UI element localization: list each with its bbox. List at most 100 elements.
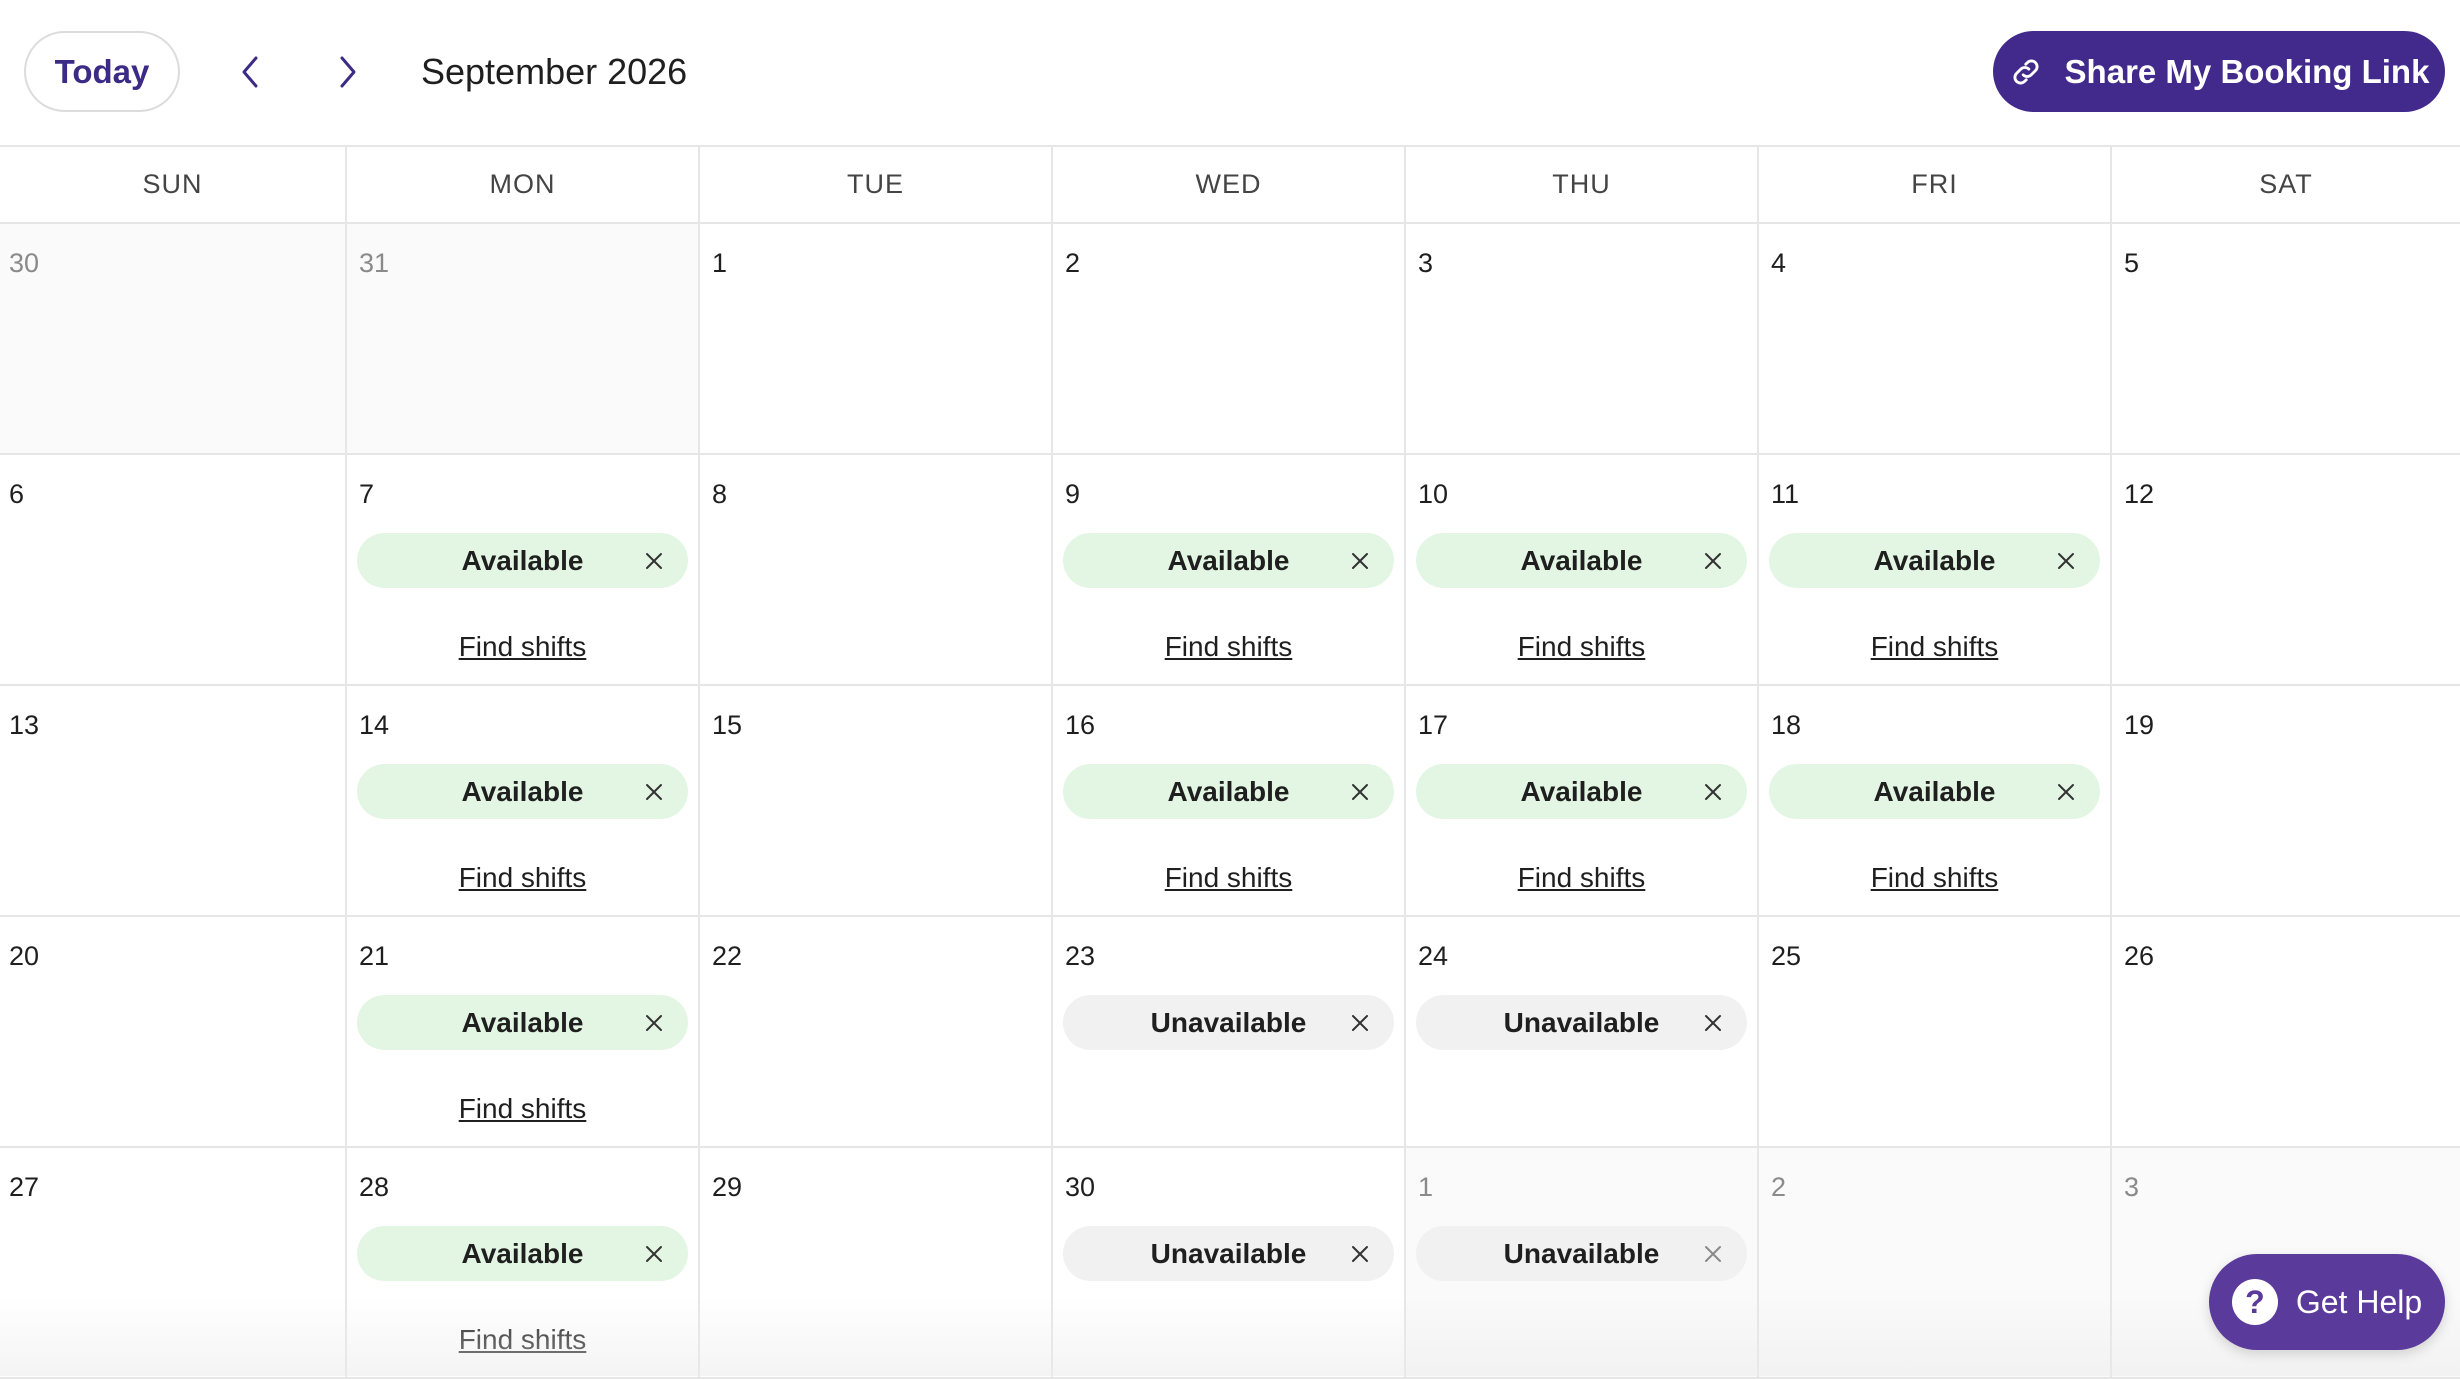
find-shifts-link[interactable]: Find shifts (347, 862, 698, 894)
availability-badge-available[interactable]: Available (357, 533, 688, 588)
calendar-day-cell[interactable]: 25 (1759, 917, 2112, 1146)
remove-availability-button[interactable] (2054, 780, 2078, 804)
close-icon (646, 552, 662, 569)
calendar-week: 27 28 Available Find shifts 29 30 Unavailable 1… (0, 1148, 2460, 1379)
calendar-day-cell[interactable]: 8 (700, 455, 1053, 684)
calendar-day-cell[interactable]: 4 (1759, 224, 2112, 453)
calendar-day-cell[interactable]: 16 Available Find shifts (1053, 686, 1406, 915)
availability-badge-available[interactable]: Available (1416, 533, 1747, 588)
close-icon (1705, 783, 1721, 800)
find-shifts-link[interactable]: Find shifts (1053, 631, 1404, 663)
calendar-day-cell[interactable]: 2 (1053, 224, 1406, 453)
availability-badge-available[interactable]: Available (1063, 764, 1394, 819)
calendar-day-cell[interactable]: 2 (1759, 1148, 2112, 1377)
availability-badge-unavailable[interactable]: Unavailable (1063, 1226, 1394, 1281)
calendar-day-cell[interactable]: 29 (700, 1148, 1053, 1377)
remove-availability-button[interactable] (2054, 549, 2078, 573)
day-number: 1 (1418, 1172, 1434, 1202)
find-shifts-link[interactable]: Find shifts (347, 1093, 698, 1125)
share-booking-link-button[interactable]: Share My Booking Link (1993, 31, 2445, 112)
weekday-header: TUE (700, 147, 1053, 222)
availability-status-label: Available (1167, 544, 1290, 576)
day-number: 13 (9, 710, 40, 740)
calendar-day-cell[interactable]: 12 (2112, 455, 2460, 684)
availability-badge-available[interactable]: Available (1769, 764, 2100, 819)
availability-badge-unavailable[interactable]: Unavailable (1063, 995, 1394, 1050)
calendar-day-cell[interactable]: 14 Available Find shifts (347, 686, 700, 915)
find-shifts-link[interactable]: Find shifts (1053, 862, 1404, 894)
remove-availability-button[interactable] (1348, 1242, 1372, 1266)
day-number: 11 (1771, 479, 1800, 509)
find-shifts-link[interactable]: Find shifts (1759, 862, 2110, 894)
find-shifts-link[interactable]: Find shifts (347, 1324, 698, 1356)
calendar-day-cell[interactable]: 6 (0, 455, 347, 684)
remove-availability-button[interactable] (642, 1242, 666, 1266)
calendar-day-cell[interactable]: 31 (347, 224, 700, 453)
calendar-day-cell[interactable]: 13 (0, 686, 347, 915)
remove-availability-button[interactable] (1701, 1011, 1725, 1035)
close-icon (1352, 552, 1368, 569)
calendar-day-cell[interactable]: 20 (0, 917, 347, 1146)
calendar-day-cell[interactable]: 23 Unavailable (1053, 917, 1406, 1146)
calendar-day-cell[interactable]: 22 (700, 917, 1053, 1146)
today-button[interactable]: Today (24, 31, 180, 112)
chevron-left-icon (242, 56, 258, 88)
day-number: 12 (2124, 479, 2155, 509)
remove-availability-button[interactable] (1348, 549, 1372, 573)
previous-month-button[interactable] (222, 44, 278, 100)
calendar-day-cell[interactable]: 3 (1406, 224, 1759, 453)
day-number: 3 (2124, 1172, 2140, 1202)
calendar-day-cell[interactable]: 17 Available Find shifts (1406, 686, 1759, 915)
day-number: 19 (2124, 710, 2155, 740)
day-number: 28 (359, 1172, 390, 1202)
calendar-day-cell[interactable]: 30 Unavailable (1053, 1148, 1406, 1377)
calendar-day-cell[interactable]: 7 Available Find shifts (347, 455, 700, 684)
weekday-header: MON (347, 147, 700, 222)
find-shifts-link[interactable]: Find shifts (347, 631, 698, 663)
availability-badge-available[interactable]: Available (357, 995, 688, 1050)
next-month-button[interactable] (320, 44, 376, 100)
availability-badge-available[interactable]: Available (357, 764, 688, 819)
day-number: 24 (1418, 941, 1449, 971)
remove-availability-button[interactable] (642, 1011, 666, 1035)
calendar-day-cell[interactable]: 1 Unavailable (1406, 1148, 1759, 1377)
find-shifts-link[interactable]: Find shifts (1406, 631, 1757, 663)
calendar-day-cell[interactable]: 28 Available Find shifts (347, 1148, 700, 1377)
calendar-day-cell[interactable]: 21 Available Find shifts (347, 917, 700, 1146)
calendar-day-cell[interactable]: 26 (2112, 917, 2460, 1146)
find-shifts-link[interactable]: Find shifts (1406, 862, 1757, 894)
availability-badge-available[interactable]: Available (1416, 764, 1747, 819)
remove-availability-button[interactable] (642, 780, 666, 804)
calendar-day-cell[interactable]: 30 (0, 224, 347, 453)
calendar-day-cell[interactable]: 15 (700, 686, 1053, 915)
availability-status-label: Unavailable (1503, 1006, 1660, 1038)
get-help-label: Get Help (2295, 1283, 2423, 1320)
calendar-day-cell[interactable]: 1 (700, 224, 1053, 453)
calendar-day-cell[interactable]: 18 Available Find shifts (1759, 686, 2112, 915)
calendar-day-cell[interactable]: 27 (0, 1148, 347, 1377)
find-shifts-link[interactable]: Find shifts (1759, 631, 2110, 663)
availability-badge-available[interactable]: Available (357, 1226, 688, 1281)
calendar-day-cell[interactable]: 10 Available Find shifts (1406, 455, 1759, 684)
calendar-day-cell[interactable]: 5 (2112, 224, 2460, 453)
availability-badge-unavailable[interactable]: Unavailable (1416, 995, 1747, 1050)
close-icon (646, 1014, 662, 1031)
calendar-day-cell[interactable]: 11 Available Find shifts (1759, 455, 2112, 684)
weekday-header: WED (1053, 147, 1406, 222)
calendar-day-cell[interactable]: 24 Unavailable (1406, 917, 1759, 1146)
remove-availability-button[interactable] (1701, 780, 1725, 804)
remove-availability-button[interactable] (1701, 549, 1725, 573)
remove-availability-button[interactable] (1701, 1242, 1725, 1266)
calendar-day-cell[interactable]: 9 Available Find shifts (1053, 455, 1406, 684)
availability-badge-unavailable[interactable]: Unavailable (1416, 1226, 1747, 1281)
day-number: 31 (359, 248, 390, 278)
availability-badge-available[interactable]: Available (1063, 533, 1394, 588)
close-icon (1352, 1245, 1368, 1262)
calendar-day-cell[interactable]: 19 (2112, 686, 2460, 915)
remove-availability-button[interactable] (642, 549, 666, 573)
remove-availability-button[interactable] (1348, 1011, 1372, 1035)
remove-availability-button[interactable] (1348, 780, 1372, 804)
get-help-button[interactable]: ? Get Help (2209, 1254, 2445, 1350)
calendar-week: 20 21 Available Find shifts 22 23 Unavailable 2… (0, 917, 2460, 1148)
availability-badge-available[interactable]: Available (1769, 533, 2100, 588)
